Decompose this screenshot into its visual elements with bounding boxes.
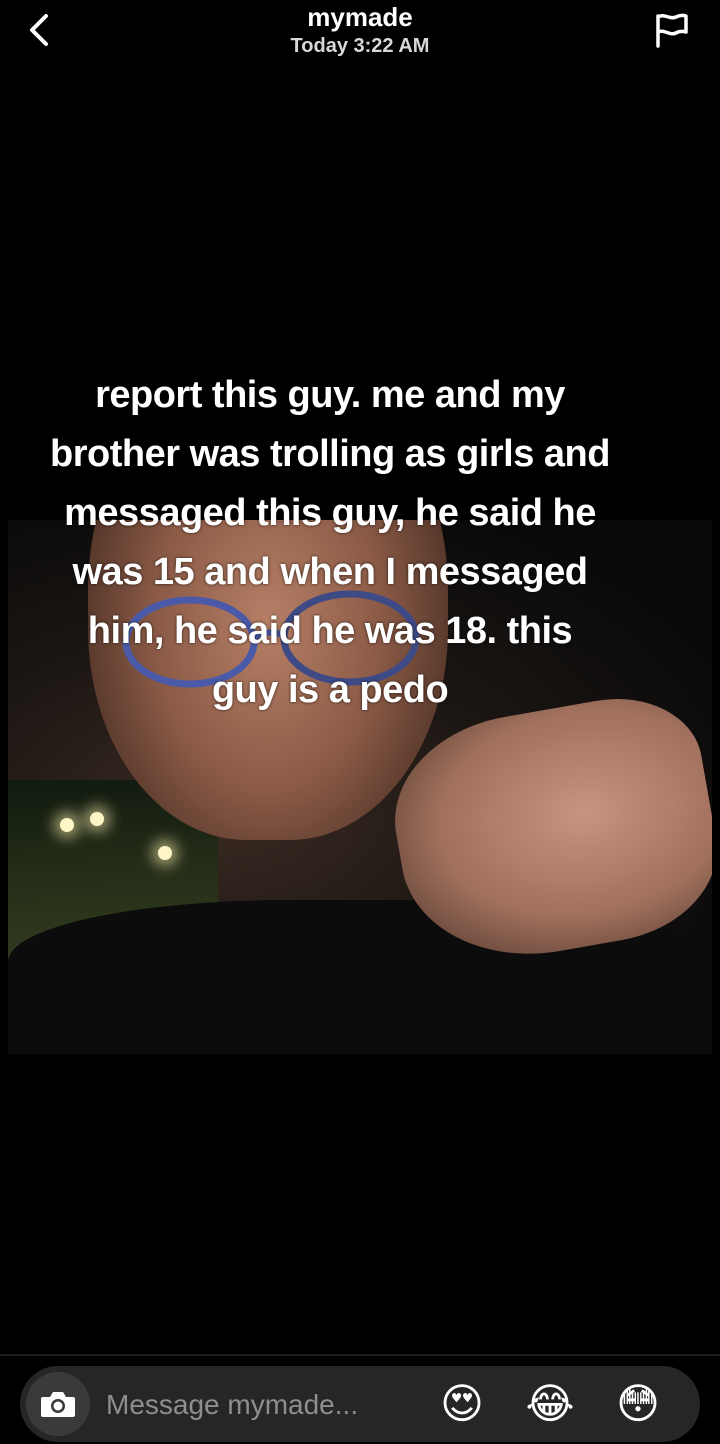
message-input[interactable] <box>104 1378 428 1432</box>
street-light <box>90 812 104 826</box>
camera-button[interactable] <box>26 1372 90 1436</box>
message-composer: 😍 😂 😳 <box>20 1366 700 1442</box>
heart-eyes-emoji-button[interactable]: 😍 <box>434 1376 490 1432</box>
flushed-emoji-button[interactable]: 😳 <box>610 1376 666 1432</box>
flag-icon <box>656 13 688 48</box>
back-button[interactable] <box>18 8 62 52</box>
street-light <box>158 846 172 860</box>
tears-of-joy-emoji-button[interactable]: 😂 <box>522 1376 578 1432</box>
title-block[interactable]: mymade Today 3:22 AM <box>200 2 520 60</box>
snap-caption: report this guy. me and my brother was t… <box>50 374 610 711</box>
camera-icon <box>41 1392 75 1417</box>
flushed-emoji: 😳 <box>616 1380 660 1427</box>
chevron-left-icon <box>30 14 48 46</box>
chat-username: mymade <box>307 2 413 32</box>
snap-timestamp: Today 3:22 AM <box>290 35 430 57</box>
chat-header: mymade Today 3:22 AM <box>0 0 720 80</box>
tears-of-joy-emoji: 😂 <box>525 1380 575 1427</box>
composer-divider <box>0 1354 720 1356</box>
report-button[interactable] <box>648 8 694 52</box>
heart-eyes-emoji: 😍 <box>440 1380 484 1427</box>
street-light <box>60 818 74 832</box>
